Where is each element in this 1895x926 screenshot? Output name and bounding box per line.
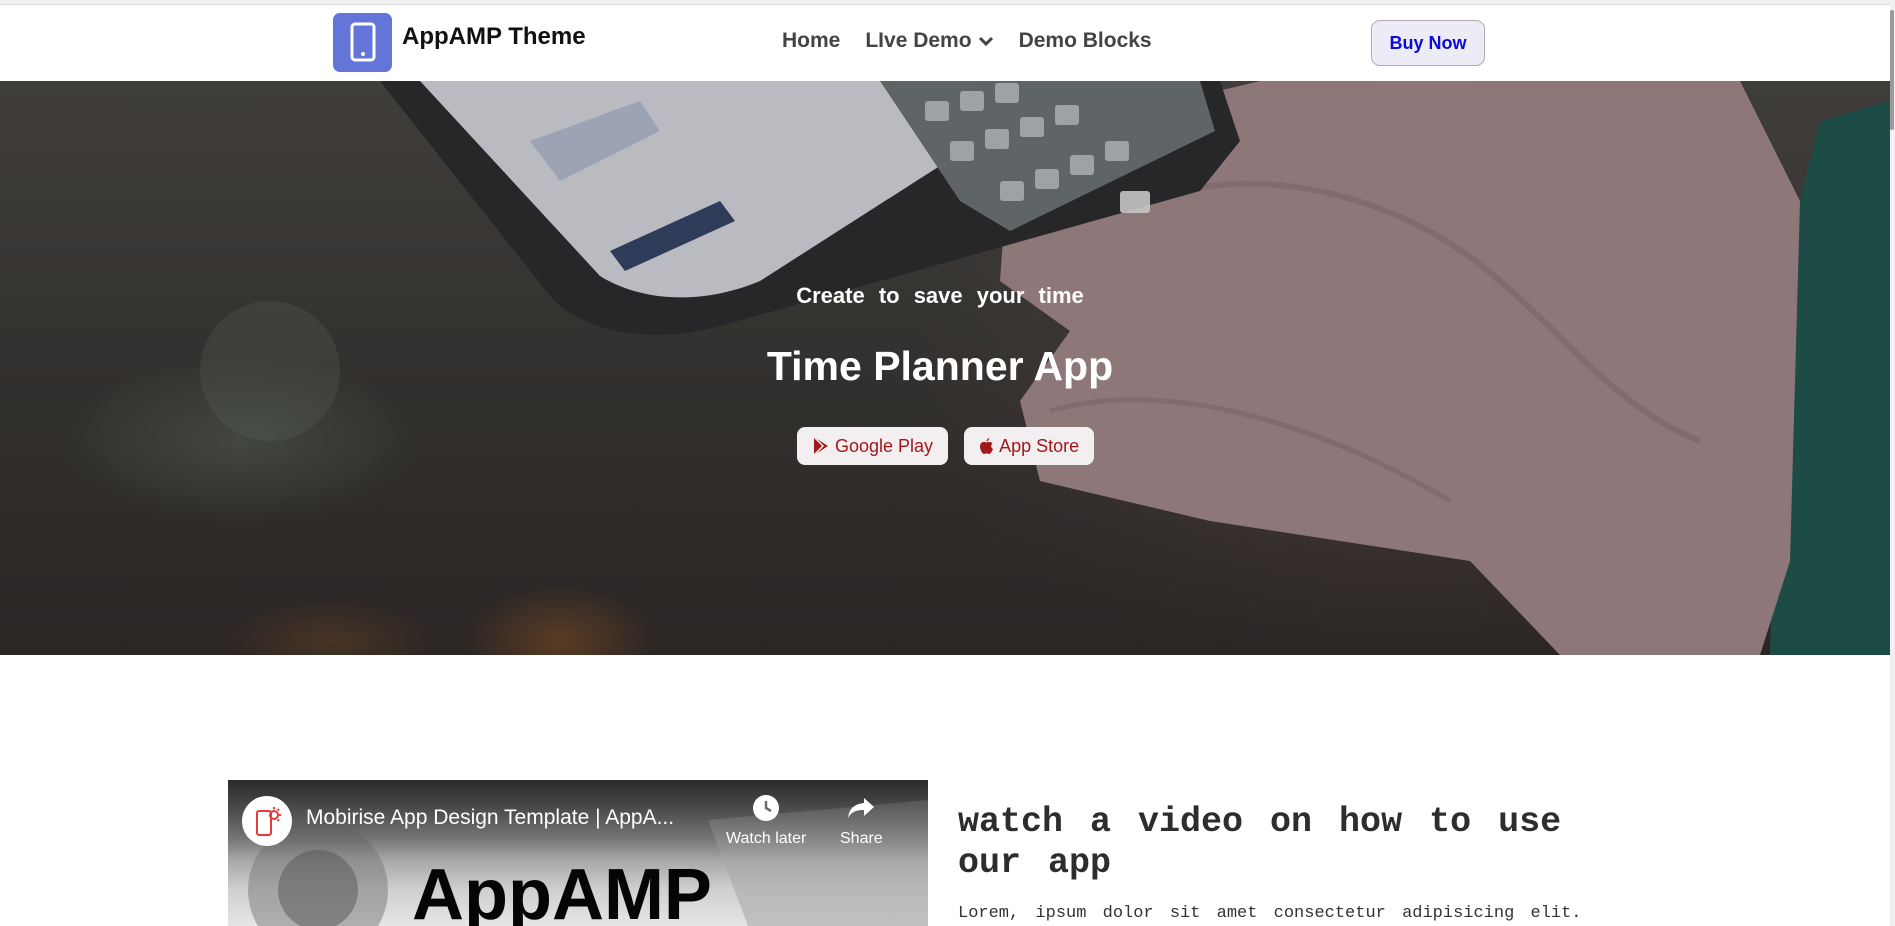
app-store-button[interactable]: App Store xyxy=(964,427,1095,465)
clock-icon xyxy=(753,795,780,821)
app-store-label: App Store xyxy=(999,435,1080,456)
watch-later-label: Watch later xyxy=(726,830,807,847)
nav-home-label: Home xyxy=(782,29,841,52)
brand[interactable]: AppAMP Theme xyxy=(333,12,586,72)
share-icon xyxy=(848,798,875,818)
phone-sun-icon xyxy=(256,807,281,836)
chevron-down-icon xyxy=(978,29,994,53)
google-play-label: Google Play xyxy=(835,435,934,456)
video-section-text: Lorem, ipsum dolor sit amet consectetur … xyxy=(958,904,1582,923)
watch-later-button[interactable]: Watch later xyxy=(726,794,806,848)
apple-icon xyxy=(980,438,994,454)
google-play-button[interactable]: Google Play xyxy=(797,427,949,465)
play-icon xyxy=(813,436,828,456)
nav-demo-blocks-label: Demo Blocks xyxy=(1018,29,1152,52)
channel-avatar[interactable] xyxy=(242,796,292,846)
nav-live-demo-label: LIve Demo xyxy=(865,29,972,52)
nav-home[interactable]: Home xyxy=(782,29,840,53)
video-thumbnail-title: AppAMP xyxy=(412,855,712,926)
video-player[interactable]: Mobirise App Design Template | AppA... W… xyxy=(228,780,928,926)
nav-live-demo[interactable]: LIve Demo xyxy=(865,29,993,53)
page-scrollbar[interactable] xyxy=(1890,0,1895,926)
share-button[interactable]: Share xyxy=(840,794,883,848)
nav-demo-blocks[interactable]: Demo Blocks xyxy=(1019,29,1152,53)
main-nav: Home LIve Demo Demo Blocks xyxy=(782,29,1177,53)
navbar: AppAMP Theme Home LIve Demo Demo Blocks … xyxy=(0,5,1890,81)
smartphone-icon xyxy=(333,12,392,72)
buy-now-button[interactable]: Buy Now xyxy=(1371,20,1485,66)
share-label: Share xyxy=(840,830,883,847)
store-buttons: Google Play App Store xyxy=(797,427,1110,465)
scrollbar-thumb[interactable] xyxy=(1890,10,1894,130)
brand-name: AppAMP Theme xyxy=(402,23,586,50)
hero-subtitle: Create to save your time xyxy=(796,283,1084,308)
video-section-heading: watch a video on how to use our app xyxy=(958,802,1562,883)
video-title[interactable]: Mobirise App Design Template | AppA... xyxy=(306,806,674,830)
hero-title: Time Planner App xyxy=(766,343,1114,389)
hero-section: Create to save your time Time Planner Ap… xyxy=(0,81,1890,655)
